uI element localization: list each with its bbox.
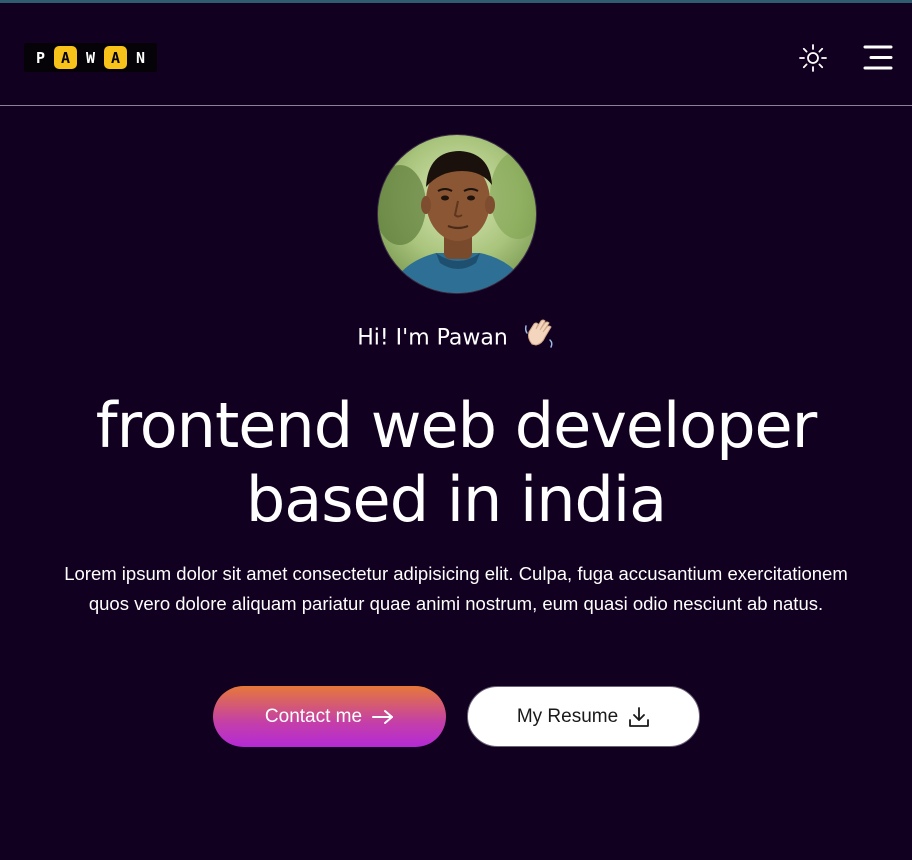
menu-button[interactable] — [862, 43, 894, 73]
arrow-right-icon — [372, 709, 394, 724]
my-resume-button[interactable]: My Resume — [467, 686, 700, 747]
contact-me-button[interactable]: Contact me — [213, 686, 446, 747]
logo-letter: N — [135, 48, 146, 67]
greeting-label: Hi! I'm Pawan — [357, 325, 508, 351]
profile-photo — [378, 135, 536, 293]
logo-letter: W — [85, 48, 96, 67]
portfolio-page: P A W A N Hi! I'm Pawan frontend web dev… — [0, 0, 912, 860]
profile-avatar — [377, 134, 537, 294]
greeting-text: Hi! I'm Pawan — [0, 317, 912, 360]
logo-letter: P — [35, 48, 46, 67]
logo-letter: A — [54, 46, 77, 69]
hero-description: Lorem ipsum dolor sit amet consectetur a… — [64, 563, 848, 614]
sun-icon — [799, 44, 827, 72]
headline-line-1: frontend web developer — [95, 389, 817, 462]
logo-letter: A — [104, 46, 127, 69]
download-icon — [629, 706, 650, 727]
theme-toggle-button[interactable] — [797, 42, 829, 74]
hero-headline: frontend web developer based in india — [0, 389, 912, 537]
my-resume-label: My Resume — [516, 705, 619, 727]
site-logo[interactable]: P A W A N — [24, 43, 157, 72]
site-header: P A W A N — [0, 3, 912, 106]
headline-line-2: based in india — [245, 463, 667, 536]
contact-me-label: Contact me — [264, 705, 363, 727]
hamburger-menu-icon — [863, 45, 893, 70]
waving-hand-icon — [523, 317, 555, 360]
